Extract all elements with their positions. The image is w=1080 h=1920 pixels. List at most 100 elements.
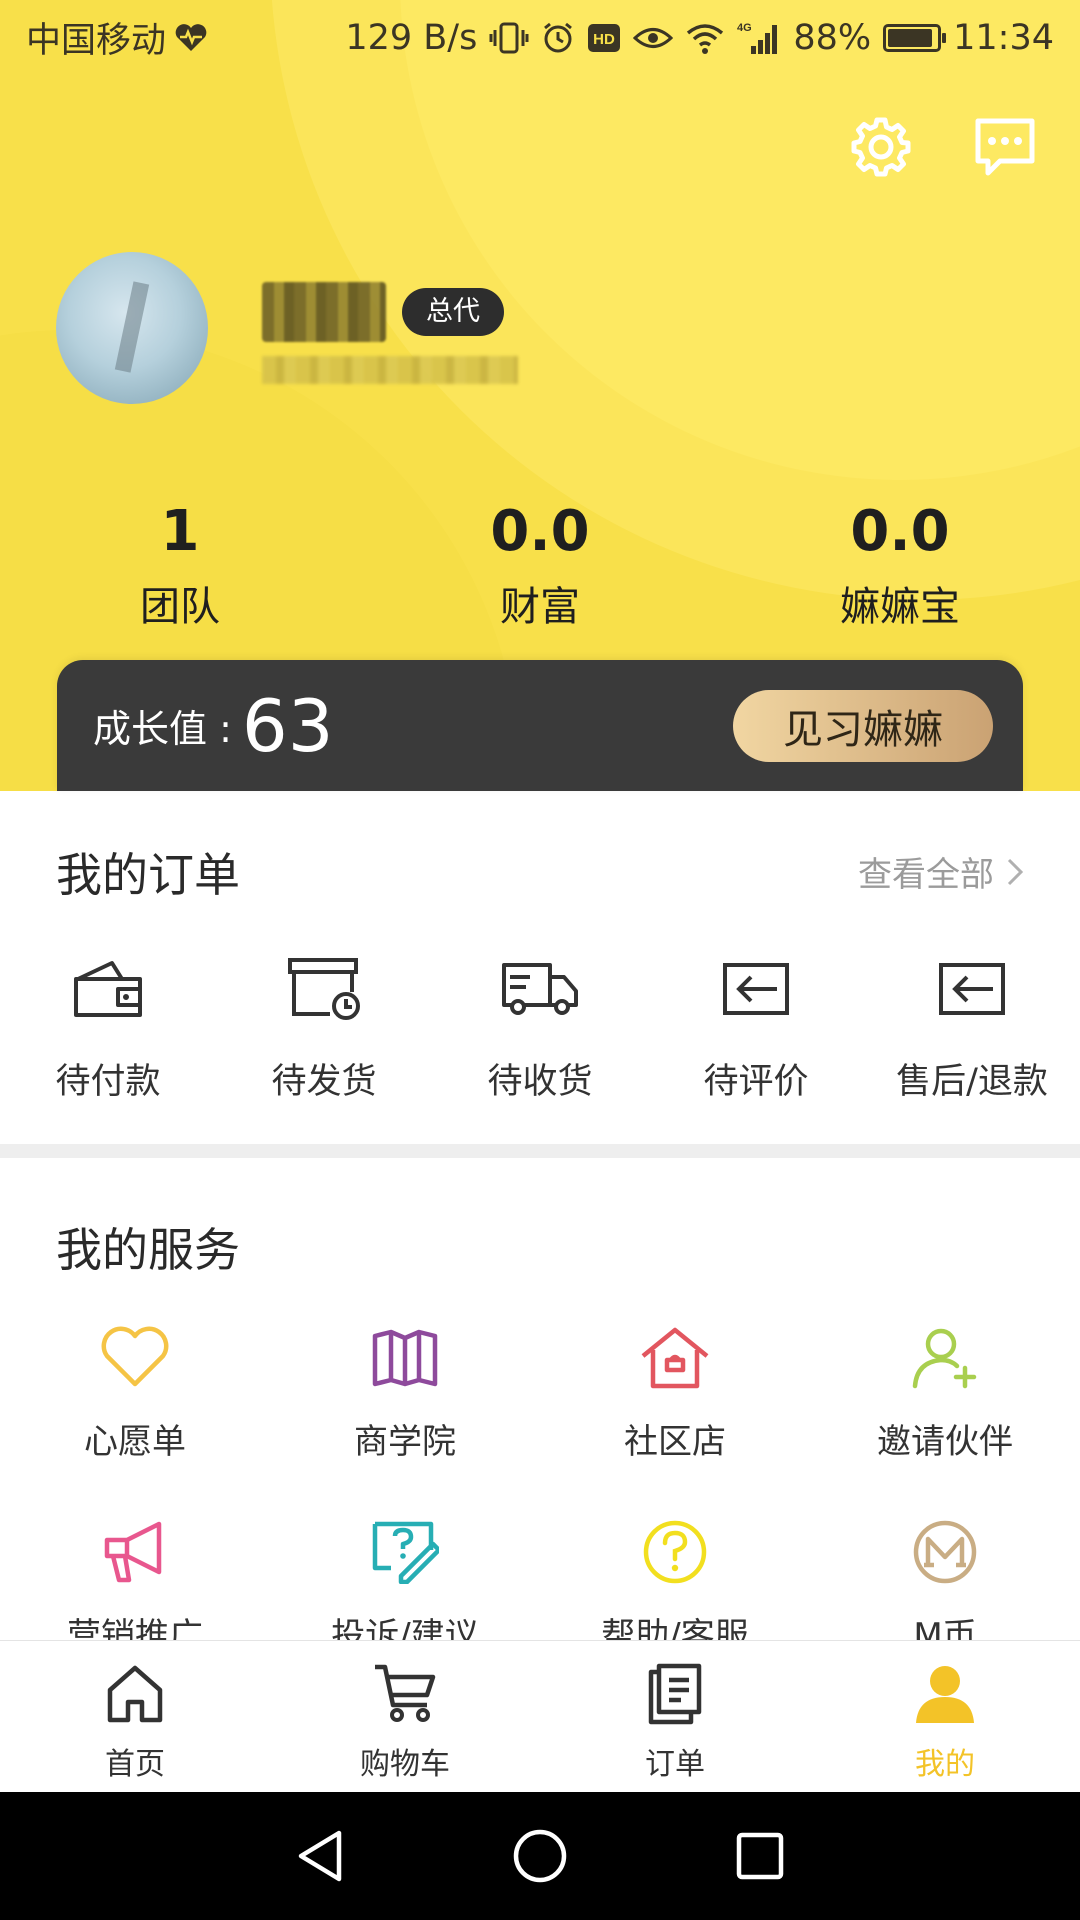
messages-button[interactable] (970, 112, 1040, 182)
order-status-label: 待发货 (271, 1062, 377, 1102)
member-level-button[interactable]: 见习嫲嫲 (733, 689, 993, 762)
service-label: 投诉/建议 (331, 1616, 479, 1640)
stat-value: 0.0 (850, 499, 950, 564)
book-icon (365, 1318, 445, 1398)
order-pending-payment[interactable]: 待付款 (0, 949, 216, 1104)
avatar[interactable] (56, 252, 208, 404)
stat-team[interactable]: 1 团队 (0, 499, 360, 631)
stat-wealth[interactable]: 0.0 财富 (360, 500, 720, 631)
review-arrow-icon (716, 949, 796, 1029)
service-m-coin[interactable]: M币 (810, 1512, 1080, 1640)
help-icon (635, 1512, 715, 1592)
view-all-orders-link[interactable]: 查看全部 (858, 847, 1024, 896)
order-pending-receipt[interactable]: 待收货 (432, 949, 648, 1104)
order-status-label: 待评价 (703, 1062, 809, 1102)
order-pending-shipment[interactable]: 待发货 (216, 949, 432, 1104)
net-speed: 129 B/s (345, 17, 478, 58)
service-invite-partner[interactable]: 邀请伙伴 (810, 1318, 1080, 1512)
tab-label: 我的 (915, 1747, 975, 1782)
megaphone-icon (95, 1512, 175, 1592)
growth-value: 63 (241, 683, 334, 768)
home-icon (102, 1661, 168, 1727)
services-section: 我的服务 心愿单 商学院 社区店 邀请伙伴 营销推广 投诉/建议 帮助/客服 M… (0, 1158, 1080, 1640)
tab-mine[interactable]: 我的 (810, 1641, 1080, 1792)
system-navigation-bar (0, 1792, 1080, 1920)
growth-label: 成长值 : (93, 707, 232, 751)
orders-title: 我的订单 (56, 848, 240, 902)
tab-label: 首页 (105, 1747, 165, 1782)
services-grid: 心愿单 商学院 社区店 邀请伙伴 营销推广 投诉/建议 帮助/客服 M币 (0, 1318, 1080, 1640)
feedback-icon (365, 1512, 445, 1592)
battery-percent: 88% (793, 17, 872, 58)
service-label: 营销推广 (67, 1616, 203, 1640)
header-actions (846, 112, 1040, 182)
home-button[interactable] (505, 1821, 575, 1891)
service-label: 心愿单 (84, 1422, 186, 1462)
wallet-icon (68, 949, 148, 1029)
service-wishlist[interactable]: 心愿单 (0, 1318, 270, 1512)
clipboard-icon (642, 1661, 708, 1727)
service-feedback[interactable]: 投诉/建议 (270, 1512, 540, 1640)
order-status-label: 待收货 (487, 1062, 593, 1102)
carrier-name: 中国移动 (26, 21, 167, 61)
service-community-store[interactable]: 社区店 (540, 1318, 810, 1512)
stat-label: 财富 (500, 584, 580, 630)
eye-icon (633, 20, 674, 56)
alarm-icon (541, 20, 575, 56)
services-row: 营销推广 投诉/建议 帮助/客服 M币 (0, 1512, 1080, 1640)
service-help[interactable]: 帮助/客服 (540, 1512, 810, 1640)
order-after-sales[interactable]: 售后/退款 (864, 949, 1080, 1104)
clock: 11:34 (953, 17, 1054, 58)
growth-card[interactable]: 成长值 : 63 见习嫲嫲 (57, 660, 1023, 791)
service-label: 帮助/客服 (601, 1616, 749, 1640)
add-user-icon (905, 1318, 985, 1398)
tab-cart[interactable]: 购物车 (270, 1641, 540, 1792)
back-triangle-icon (298, 1830, 342, 1882)
order-status-label: 待付款 (55, 1062, 161, 1102)
service-label: 商学院 (354, 1422, 456, 1462)
agent-level-badge: 总代 (402, 288, 504, 336)
bottom-tab-bar: 首页 购物车 订单 我的 (0, 1640, 1080, 1792)
section-divider (0, 1144, 1080, 1158)
service-label: 邀请伙伴 (877, 1422, 1013, 1462)
service-marketing[interactable]: 营销推广 (0, 1512, 270, 1640)
refund-arrow-icon (932, 949, 1012, 1029)
network-type: 4G (737, 22, 752, 34)
heart-icon (95, 1318, 175, 1398)
svg-text:HD: HD (593, 31, 615, 48)
box-clock-icon (284, 949, 364, 1029)
person-icon (912, 1661, 978, 1727)
stat-value: 1 (160, 499, 200, 564)
order-pending-review[interactable]: 待评价 (648, 949, 864, 1104)
stats-row: 1 团队 0.0 财富 0.0 嫲嫲宝 (0, 499, 1080, 631)
cart-icon (372, 1661, 438, 1727)
battery-icon (883, 23, 947, 52)
recents-button[interactable] (725, 1821, 795, 1891)
orders-section: 我的订单 查看全部 待付款 待发货 待收货 待评价 售后/退款 (0, 791, 1080, 1144)
service-label: M币 (913, 1616, 977, 1640)
service-label: 社区店 (624, 1422, 726, 1462)
signal-icon: 4G (737, 20, 781, 56)
hd-icon: HD (587, 20, 621, 56)
heart-health-icon (174, 20, 208, 56)
service-business-school[interactable]: 商学院 (270, 1318, 540, 1512)
tab-home[interactable]: 首页 (0, 1641, 270, 1792)
status-icons: 129 B/s HD 4G 88% 11:34 (345, 18, 1054, 58)
view-all-label: 查看全部 (858, 855, 994, 895)
settings-button[interactable] (846, 112, 916, 182)
home-circle-icon (513, 1829, 567, 1883)
back-button[interactable] (285, 1821, 355, 1891)
chevron-right-icon (1007, 858, 1024, 885)
battery-level (888, 28, 933, 47)
tab-label: 订单 (645, 1747, 705, 1782)
user-nickname-blurred (262, 282, 386, 342)
stat-mama-treasure[interactable]: 0.0 嫲嫲宝 (720, 499, 1080, 631)
services-row: 心愿单 商学院 社区店 邀请伙伴 (0, 1318, 1080, 1512)
m-coin-icon (905, 1512, 985, 1592)
tab-orders[interactable]: 订单 (540, 1641, 810, 1792)
wifi-icon (685, 20, 725, 56)
carrier-group: 中国移动 (26, 12, 208, 63)
order-status-row: 待付款 待发货 待收货 待评价 售后/退款 (0, 949, 1080, 1104)
stat-label: 嫲嫲宝 (840, 584, 960, 630)
services-title: 我的服务 (56, 1223, 240, 1277)
